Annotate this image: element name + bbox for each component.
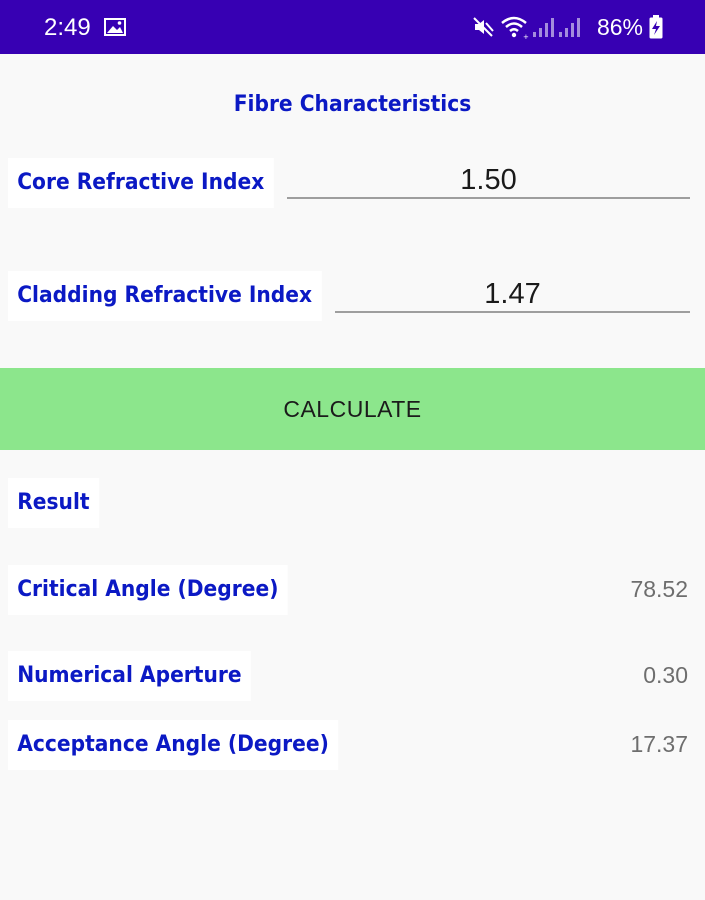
page-title: Fibre Characteristics xyxy=(233,92,472,117)
status-time: 2:49 xyxy=(44,14,91,41)
calculate-button[interactable]: CALCULATE xyxy=(0,368,705,450)
wifi-icon: + xyxy=(501,16,529,40)
cladding-refractive-index-input[interactable] xyxy=(335,277,690,313)
image-icon xyxy=(104,18,126,36)
mute-icon xyxy=(473,17,494,37)
battery-percent: 86% xyxy=(596,13,643,40)
svg-text:+: + xyxy=(523,33,529,40)
cladding-refractive-index-label: Cladding Refractive Index xyxy=(8,271,322,321)
numerical-aperture-value: 0.30 xyxy=(643,662,688,688)
status-bar: 2:49 + 86% xyxy=(0,0,705,54)
core-refractive-index-label: Core Refractive Index xyxy=(8,158,274,208)
critical-angle-label: Critical Angle (Degree) xyxy=(8,565,288,615)
acceptance-angle-label: Acceptance Angle (Degree) xyxy=(8,720,339,770)
result-label: Result xyxy=(8,478,99,528)
critical-angle-value: 78.52 xyxy=(630,576,688,602)
battery-charging-icon xyxy=(649,15,663,39)
acceptance-angle-value: 17.37 xyxy=(630,731,688,757)
status-icons: + 86% xyxy=(471,12,663,42)
numerical-aperture-label: Numerical Aperture xyxy=(8,651,251,701)
signal-icon xyxy=(558,18,580,37)
signal-icon xyxy=(532,18,554,37)
core-refractive-index-input[interactable] xyxy=(287,163,690,199)
